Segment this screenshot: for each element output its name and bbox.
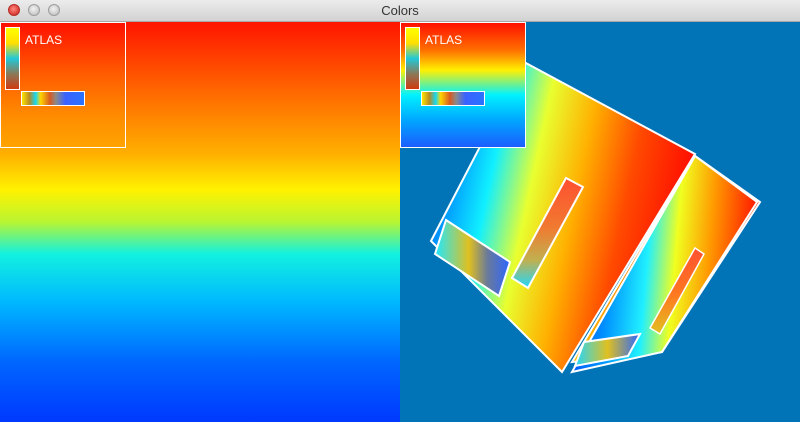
- atlas-thumbnail-left: ATLAS: [0, 22, 126, 148]
- content-area: ATLAS ATLAS: [0, 22, 800, 422]
- title-bar[interactable]: Colors: [0, 0, 800, 22]
- atlas-vertical-strip: [405, 27, 420, 90]
- atlas-label: ATLAS: [425, 33, 463, 47]
- atlas-horizontal-strip: [21, 91, 85, 106]
- atlas-thumbnail-right: ATLAS: [400, 22, 526, 148]
- atlas-label: ATLAS: [25, 33, 63, 47]
- window-title: Colors: [381, 3, 419, 18]
- app-window: Colors ATLAS ATLAS: [0, 0, 800, 422]
- atlas-horizontal-strip: [421, 91, 485, 106]
- atlas-vertical-strip: [5, 27, 20, 90]
